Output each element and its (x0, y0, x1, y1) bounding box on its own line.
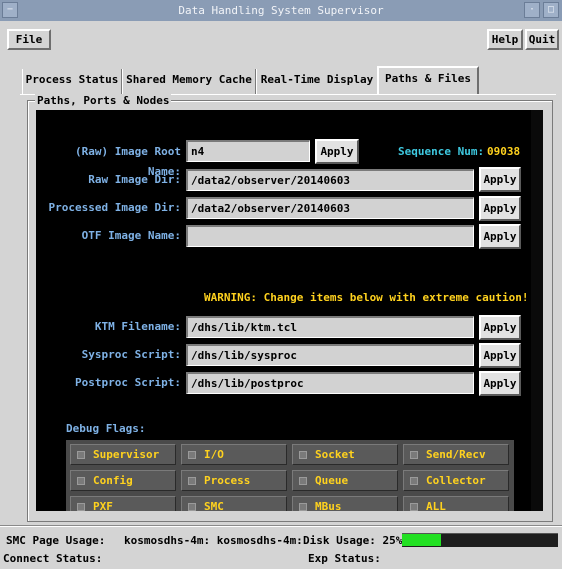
minimize-icon[interactable]: · (524, 2, 540, 18)
otf-name-apply-button[interactable]: Apply (479, 224, 521, 249)
debug-flag-io[interactable]: I/O (181, 444, 287, 465)
sequence-num-label: Sequence Num: (398, 145, 485, 158)
checkbox-icon (77, 451, 85, 459)
checkbox-icon (299, 503, 307, 511)
checkbox-icon (77, 503, 85, 511)
debug-flag-config[interactable]: Config (70, 470, 176, 491)
debug-flag-all[interactable]: ALL (403, 496, 509, 511)
debug-flag-collector[interactable]: Collector (403, 470, 509, 491)
checkbox-icon (410, 451, 418, 459)
disk-usage-bar (402, 533, 558, 547)
debug-flag-smc[interactable]: SMC (181, 496, 287, 511)
debug-flag-queue[interactable]: Queue (292, 470, 398, 491)
otf-name-label: OTF Image Name: (81, 229, 181, 242)
ktm-filename-label: KTM Filename: (94, 320, 181, 333)
raw-root-label: (Raw) Image Root Name: (75, 145, 181, 178)
processed-dir-label: Processed Image Dir: (48, 201, 181, 214)
checkbox-icon (77, 477, 85, 485)
group-label: Paths, Ports & Nodes (35, 94, 172, 107)
smc-page-usage-label: SMC Page Usage: (6, 534, 106, 547)
checkbox-icon (188, 477, 196, 485)
postproc-input[interactable] (186, 372, 474, 394)
postproc-label: Postproc Script: (75, 376, 181, 389)
debug-flag-socket[interactable]: Socket (292, 444, 398, 465)
raw-root-apply-button[interactable]: Apply (315, 139, 359, 164)
debug-flags-label: Debug Flags: (66, 422, 146, 435)
tab-paths-files[interactable]: Paths & Files (377, 66, 479, 94)
debug-flags-grid: Supervisor I/O Socket Send/Recv Config P… (66, 440, 514, 511)
raw-dir-apply-button[interactable]: Apply (479, 167, 521, 192)
checkbox-icon (299, 451, 307, 459)
ktm-filename-input[interactable] (186, 316, 474, 338)
exp-status-label: Exp Status: (308, 552, 381, 565)
warning-text: WARNING: Change items below with extreme… (204, 291, 529, 304)
checkbox-icon (299, 477, 307, 485)
disk-usage-fill (402, 534, 441, 546)
raw-dir-input[interactable] (186, 169, 474, 191)
checkbox-icon (410, 503, 418, 511)
debug-flag-pxf[interactable]: PXF (70, 496, 176, 511)
sequence-num-value: 09038 (487, 145, 521, 158)
postproc-apply-button[interactable]: Apply (479, 371, 521, 396)
sysproc-input[interactable] (186, 344, 474, 366)
sysproc-label: Sysproc Script: (81, 348, 181, 361)
raw-dir-label: Raw Image Dir: (88, 173, 181, 186)
smc-page-usage-value: kosmosdhs-4m: kosmosdhs-4m: (124, 534, 303, 547)
maximize-icon[interactable]: □ (543, 2, 559, 18)
raw-root-input[interactable] (186, 140, 310, 162)
tab-process-status[interactable]: Process Status (22, 69, 122, 94)
checkbox-icon (188, 503, 196, 511)
checkbox-icon (410, 477, 418, 485)
file-menu-button[interactable]: File (7, 29, 51, 50)
debug-flag-process[interactable]: Process (181, 470, 287, 491)
disk-usage-label: Disk Usage: 25% (303, 534, 403, 547)
status-divider (0, 525, 562, 527)
debug-flag-send-recv[interactable]: Send/Recv (403, 444, 509, 465)
debug-flag-supervisor[interactable]: Supervisor (70, 444, 176, 465)
panel-scrollbar[interactable] (531, 110, 543, 511)
ktm-apply-button[interactable]: Apply (479, 315, 521, 340)
processed-dir-input[interactable] (186, 197, 474, 219)
processed-dir-apply-button[interactable]: Apply (479, 196, 521, 221)
checkbox-icon (188, 451, 196, 459)
help-button[interactable]: Help (487, 29, 523, 50)
otf-name-input[interactable] (186, 225, 474, 247)
debug-flag-mbus[interactable]: MBus (292, 496, 398, 511)
tab-real-time-display[interactable]: Real-Time Display (256, 69, 377, 94)
connect-status-label: Connect Status: (3, 552, 103, 565)
settings-panel: (Raw) Image Root Name: Apply Sequence Nu… (36, 110, 543, 511)
quit-button[interactable]: Quit (525, 29, 559, 50)
tab-shared-memory-cache[interactable]: Shared Memory Cache (122, 69, 256, 94)
sysproc-apply-button[interactable]: Apply (479, 343, 521, 368)
window-title: Data Handling System Supervisor (178, 4, 384, 17)
